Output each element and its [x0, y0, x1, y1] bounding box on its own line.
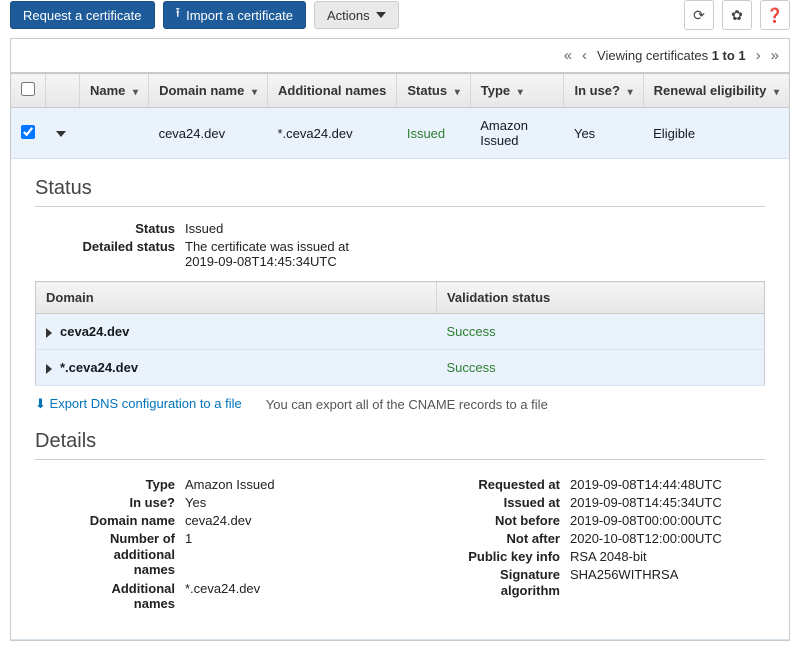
col-status[interactable]: Status ▾	[397, 74, 470, 108]
gear-icon: ✿	[731, 7, 743, 24]
status-section-title: Status	[35, 177, 765, 200]
col-type[interactable]: Type ▾	[470, 74, 564, 108]
requested-at-key: Requested at	[420, 477, 570, 492]
cell-inuse: Yes	[564, 108, 643, 159]
signature-algorithm-key: Signature algorithm	[420, 567, 570, 598]
download-icon: ⬇	[35, 396, 46, 411]
col-inuse[interactable]: In use? ▾	[564, 74, 643, 108]
sort-icon: ▾	[518, 87, 523, 98]
request-certificate-button[interactable]: Request a certificate	[10, 1, 155, 29]
pager-last-icon[interactable]: »	[771, 47, 779, 64]
cell-type: Amazon Issued	[470, 108, 564, 159]
not-after-key: Not after	[420, 531, 570, 546]
pager-next-icon[interactable]: ›	[756, 47, 761, 64]
detailed-status-key: Detailed status	[35, 239, 185, 269]
col-renewal[interactable]: Renewal eligibility ▾	[643, 74, 789, 108]
certificates-table: Name ▾ Domain name ▾ Additional names St…	[11, 73, 789, 640]
domain-row[interactable]: ceva24.dev Success	[36, 314, 765, 350]
domain-validation-status: Success	[436, 350, 764, 386]
not-before-key: Not before	[420, 513, 570, 528]
details-section-title: Details	[35, 430, 765, 453]
pager-prev-icon[interactable]: ‹	[582, 47, 587, 64]
pager-text: Viewing certificates 1 to 1	[597, 48, 746, 63]
sort-icon: ▾	[133, 87, 138, 98]
domain-name-key: Domain name	[35, 513, 185, 528]
status-value: Issued	[185, 221, 765, 236]
requested-at-value: 2019-09-08T14:44:48UTC	[570, 477, 765, 492]
select-all-checkbox[interactable]	[21, 82, 35, 96]
refresh-icon: ⟳	[693, 7, 705, 24]
sort-icon: ▾	[252, 87, 257, 98]
cell-status: Issued	[397, 108, 470, 159]
import-certificate-button[interactable]: ⭱ Import a certificate	[163, 1, 307, 29]
sort-icon: ▾	[774, 87, 779, 98]
col-select-all[interactable]	[11, 74, 46, 108]
num-additional-key: Number of additional names	[35, 531, 185, 578]
col-name[interactable]: Name ▾	[80, 74, 149, 108]
cell-name	[80, 108, 149, 159]
sort-icon: ▾	[628, 87, 633, 98]
additional-names-value: *.ceva24.dev	[185, 581, 380, 612]
detailed-status-value: The certificate was issued at 2019-09-08…	[185, 239, 765, 269]
type-value: Amazon Issued	[185, 477, 380, 492]
detail-pane: Status Status Issued Detailed status The…	[11, 159, 789, 639]
import-label: Import a certificate	[186, 8, 293, 23]
issued-at-value: 2019-09-08T14:45:34UTC	[570, 495, 765, 510]
col-domain[interactable]: Domain name ▾	[149, 74, 268, 108]
expand-icon[interactable]	[46, 364, 52, 374]
expand-icon[interactable]	[46, 328, 52, 338]
inuse-key: In use?	[35, 495, 185, 510]
issued-at-key: Issued at	[420, 495, 570, 510]
validation-status-header: Validation status	[436, 282, 764, 314]
public-key-info-key: Public key info	[420, 549, 570, 564]
export-dns-link[interactable]: ⬇ Export DNS configuration to a file	[35, 396, 242, 412]
domain-row[interactable]: *.ceva24.dev Success	[36, 350, 765, 386]
public-key-info-value: RSA 2048-bit	[570, 549, 765, 564]
col-expand	[46, 74, 80, 108]
domain-validation-table: Domain Validation status ceva24.dev Succ…	[35, 281, 765, 386]
settings-button[interactable]: ✿	[722, 0, 752, 30]
num-additional-value: 1	[185, 531, 380, 578]
col-additional[interactable]: Additional names	[267, 74, 396, 108]
help-button[interactable]: ❓	[760, 0, 790, 30]
expand-row-icon[interactable]	[56, 131, 66, 137]
cell-additional: *.ceva24.dev	[267, 108, 396, 159]
type-key: Type	[35, 477, 185, 492]
chevron-down-icon	[376, 12, 386, 18]
row-select-checkbox[interactable]	[21, 125, 35, 139]
status-key: Status	[35, 221, 185, 236]
not-before-value: 2019-09-08T00:00:00UTC	[570, 513, 765, 528]
domain-name-value: ceva24.dev	[185, 513, 380, 528]
domain-validation-status: Success	[436, 314, 764, 350]
signature-algorithm-value: SHA256WITHRSA	[570, 567, 765, 598]
table-row[interactable]: ceva24.dev *.ceva24.dev Issued Amazon Is…	[11, 108, 789, 159]
cell-renewal: Eligible	[643, 108, 789, 159]
sort-icon: ▾	[455, 87, 460, 98]
refresh-button[interactable]: ⟳	[684, 0, 714, 30]
upload-icon: ⭱	[176, 4, 181, 26]
inuse-value: Yes	[185, 495, 380, 510]
help-icon: ❓	[766, 7, 783, 24]
request-label: Request a certificate	[23, 8, 142, 23]
domain-header: Domain	[36, 282, 437, 314]
export-hint: You can export all of the CNAME records …	[266, 397, 548, 412]
additional-names-key: Additional names	[35, 581, 185, 612]
pager: « ‹ Viewing certificates 1 to 1 › »	[11, 39, 789, 73]
not-after-value: 2020-10-08T12:00:00UTC	[570, 531, 765, 546]
cell-domain: ceva24.dev	[149, 108, 268, 159]
actions-label: Actions	[327, 8, 370, 23]
actions-dropdown-button[interactable]: Actions	[314, 1, 399, 29]
pager-first-icon[interactable]: «	[564, 47, 572, 64]
